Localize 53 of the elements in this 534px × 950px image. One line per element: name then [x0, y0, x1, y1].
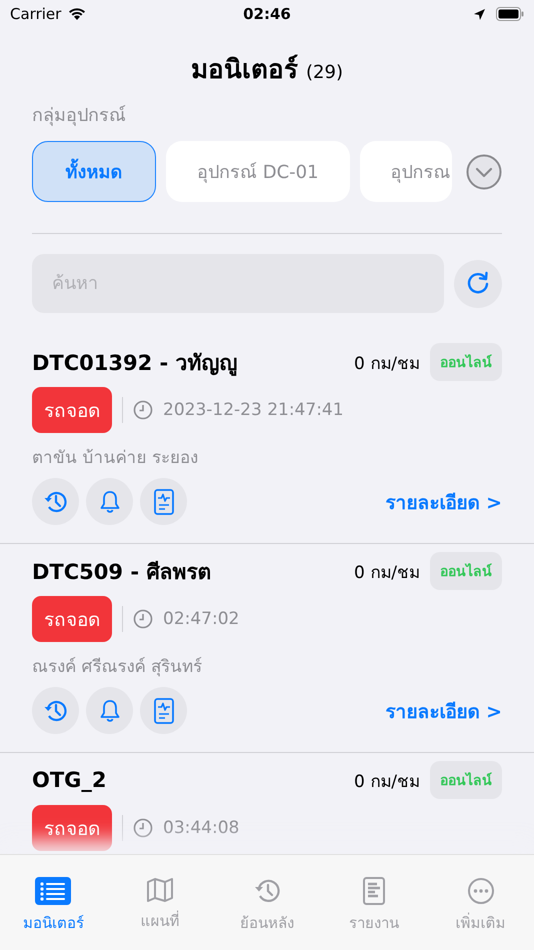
connection-status: ออนไลน์ — [430, 552, 502, 590]
connection-status: ออนไลน์ — [430, 343, 502, 381]
carrier-label: Carrier — [10, 5, 62, 23]
alert-button[interactable] — [86, 687, 133, 734]
clock-icon — [133, 818, 153, 838]
details-link[interactable]: รายละเอียด > — [385, 696, 502, 726]
alert-button[interactable] — [86, 478, 133, 525]
tab-item[interactable]: ย้อนหลัง — [214, 855, 320, 950]
document-icon — [152, 696, 176, 724]
address-text: ตาขัน บ้านค่าย ระยอง — [32, 447, 199, 470]
vehicle-title: DTC509 - ศีลพรต — [32, 558, 212, 586]
document-icon — [152, 488, 176, 516]
refresh-button[interactable] — [454, 260, 502, 308]
clock-icon — [133, 400, 153, 420]
history-button[interactable] — [32, 687, 79, 734]
item-count: (29) — [306, 62, 343, 83]
timestamp: 02:47:02 — [163, 609, 240, 629]
tab-item[interactable]: เพิ่มเติม — [427, 855, 534, 950]
state-label: รถจอด — [32, 387, 112, 433]
tab-item[interactable]: แผนที่ — [106, 855, 214, 950]
tab-item[interactable]: รายงาน — [320, 855, 428, 950]
state-label: รถจอด — [32, 596, 112, 642]
timestamp: 2023-12-23 21:47:41 — [163, 400, 344, 420]
details-link[interactable]: รายละเอียด > — [385, 486, 502, 516]
list-icon — [35, 877, 72, 905]
history-button[interactable] — [32, 478, 79, 525]
address-text: ณรงค์ ศรีณรงค์ สุรินทร์ — [32, 656, 203, 679]
speed-reading: 0 กม/ชม — [354, 562, 420, 584]
location-arrow-icon — [473, 8, 486, 20]
clock-time: 02:46 — [243, 5, 291, 23]
battery-icon — [496, 7, 524, 21]
group-chip[interactable]: อุปกรณ — [360, 141, 452, 202]
refresh-icon — [465, 270, 491, 296]
group-chip[interactable]: อุปกรณ์ DC-01 — [166, 141, 350, 202]
more-icon — [466, 877, 495, 905]
timestamp: 03:44:08 — [163, 818, 240, 838]
tab-item[interactable]: มอนิเตอร์ — [0, 855, 107, 950]
page-title: มอนิเตอร์ — [191, 54, 298, 87]
clock-icon — [133, 609, 153, 629]
wifi-icon — [67, 7, 88, 21]
group-chip[interactable]: ทั้งหมด — [32, 141, 156, 202]
chevron-down-icon[interactable] — [466, 154, 502, 190]
group-label: กลุ่มอุปกรณ์ — [32, 104, 127, 128]
vehicle-title: DTC01392 - วทัญญู — [32, 350, 239, 378]
document-icon — [362, 877, 386, 905]
speed-reading: 0 กม/ชม — [354, 770, 420, 794]
connection-status: ออนไลน์ — [430, 761, 502, 799]
speed-reading: 0 กม/ชม — [354, 352, 420, 376]
map-icon — [146, 877, 174, 903]
vehicle-title: OTG_2 — [32, 768, 108, 792]
report-button[interactable] — [140, 478, 187, 525]
state-label: รถจอด — [32, 805, 112, 851]
report-button[interactable] — [140, 687, 187, 734]
